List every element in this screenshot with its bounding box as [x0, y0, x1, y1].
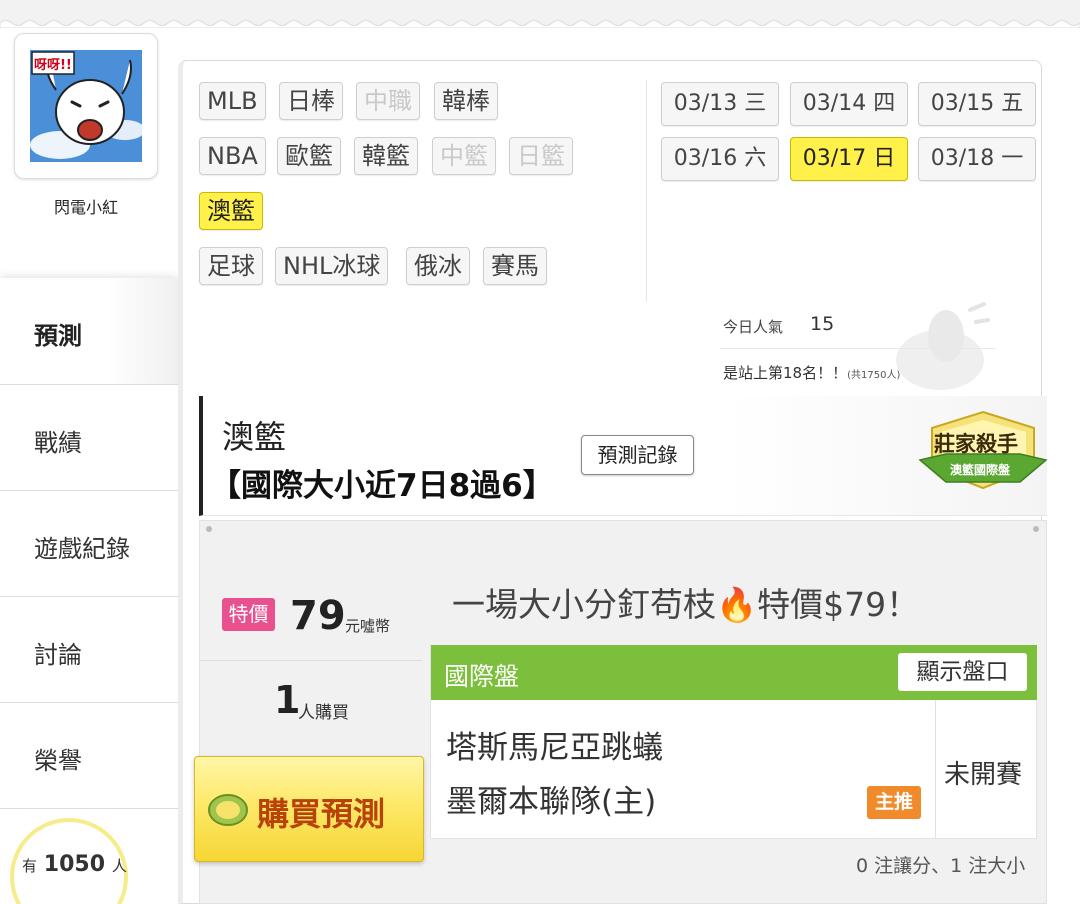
section-subtitle: 【國際大小近7日8過6】: [210, 468, 554, 504]
buyers-label: 人購買: [298, 703, 349, 723]
bet-summary: 0 注讓分、1 注大小: [856, 855, 1026, 877]
online-count: 有 1050 人: [22, 852, 127, 877]
coin-icon: [208, 794, 248, 826]
market-label: 國際盤: [444, 662, 520, 691]
sale-tag: 特價: [222, 598, 275, 631]
sport-tag-euro-basketball[interactable]: 歐籃: [277, 137, 341, 175]
sport-tag-cpbl: 中職: [356, 82, 420, 120]
buyers-count: 1: [274, 678, 301, 722]
section-title: 澳籃: [222, 418, 287, 456]
buy-prediction-button[interactable]: 購買預測: [194, 756, 424, 862]
sport-tag-korea-basketball[interactable]: 韓籃: [354, 137, 418, 175]
sport-tag-mlb[interactable]: MLB: [199, 82, 266, 120]
sport-tag-nhl[interactable]: NHL冰球: [275, 247, 389, 285]
price-value: 79: [290, 593, 346, 639]
nav-item-label: 榮譽: [34, 747, 82, 775]
sport-tag-australia-basketball[interactable]: 澳籃: [199, 192, 263, 230]
recommend-badge: 主推: [867, 786, 921, 819]
show-odds-button[interactable]: 顯示盤口: [898, 653, 1027, 691]
date-button[interactable]: 03/15 五: [918, 82, 1036, 126]
sport-tag-japan-basketball: 日籃: [509, 137, 573, 175]
avatar-image: 呀呀!!: [30, 50, 142, 162]
nav-item-game-history[interactable]: 遊戲紀錄: [0, 490, 178, 596]
sport-tag-kbo[interactable]: 韓棒: [434, 82, 498, 120]
nav-item-record[interactable]: 戰績: [0, 384, 178, 490]
nav-item-label: 預測: [34, 322, 82, 350]
pin-icon: [1033, 526, 1039, 532]
top-border: [0, 0, 1080, 28]
promo-text: 一場大小分釘苟枝🔥特價$79！: [452, 585, 920, 624]
username: 閃電小紅: [53, 198, 118, 217]
popularity-label: 今日人氣: [723, 318, 784, 336]
game-status: 未開賽: [944, 760, 1023, 790]
divider: [935, 700, 936, 839]
divider: [200, 660, 422, 661]
avatar-caption: 呀呀!!: [34, 58, 72, 73]
buy-button-label: 購買預測: [257, 795, 386, 833]
prediction-record-button[interactable]: 預測記錄: [581, 435, 694, 475]
popularity-value: 15: [810, 313, 835, 335]
divider: [646, 80, 647, 302]
date-button[interactable]: 03/14 四: [790, 82, 908, 126]
date-button-selected[interactable]: 03/17 日: [790, 137, 908, 181]
sport-tag-soccer[interactable]: 足球: [199, 247, 263, 285]
date-button[interactable]: 03/16 六: [661, 137, 779, 181]
rank-text: 是站上第18名！！(共1750人): [723, 364, 901, 382]
divider: [720, 348, 996, 349]
price-unit: 元噓幣: [345, 617, 391, 635]
pin-icon: [206, 526, 212, 532]
sport-tag-khl[interactable]: 俄冰: [406, 247, 470, 285]
nav-item-honor[interactable]: 榮譽: [0, 702, 178, 808]
badge-subtitle: 澳籃國際盤: [950, 463, 1011, 477]
date-button[interactable]: 03/13 三: [661, 82, 779, 126]
nav-item-prediction[interactable]: 預測: [0, 278, 178, 384]
badge-title: 莊家殺手: [934, 432, 1018, 456]
sport-tag-taiwan-basketball: 中籃: [432, 137, 496, 175]
team-away: 塔斯馬尼亞跳蟻: [446, 730, 663, 766]
nav-item-label: 遊戲紀錄: [34, 535, 130, 563]
nav-item-label: 戰績: [34, 429, 82, 457]
nav-item-label: 討論: [34, 641, 82, 669]
sport-tag-npb[interactable]: 日棒: [279, 82, 343, 120]
team-home: 墨爾本聯隊(主): [446, 784, 657, 820]
sport-tag-horse-racing[interactable]: 賽馬: [483, 247, 547, 285]
wavy-edge-decoration: [0, 20, 1080, 28]
avatar[interactable]: 呀呀!!: [14, 33, 158, 179]
date-button[interactable]: 03/18 一: [918, 137, 1036, 181]
sport-tag-nba[interactable]: NBA: [199, 137, 266, 175]
nav-item-discussion[interactable]: 討論: [0, 596, 178, 702]
